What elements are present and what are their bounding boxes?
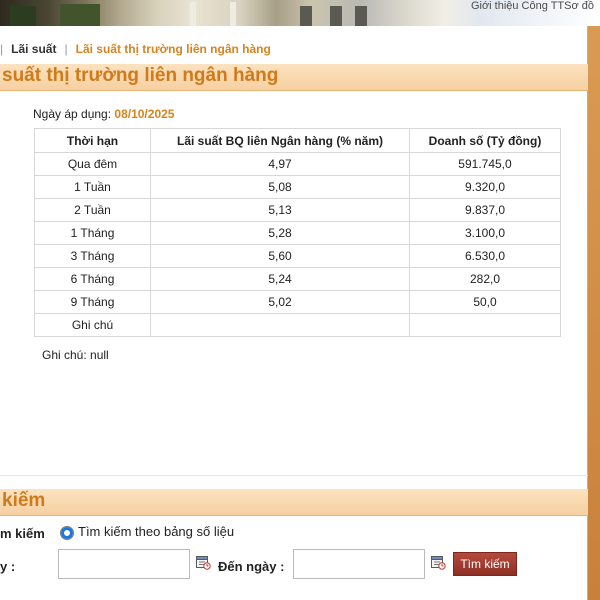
breadcrumb-separator: | [0, 42, 4, 56]
cell-term: Ghi chú [34, 313, 151, 337]
calendar-icon[interactable] [195, 554, 211, 570]
breadcrumb-item-current[interactable]: Lãi suất thị trường liên ngân hàng [76, 42, 271, 56]
cell-term: 3 Tháng [34, 244, 151, 268]
breadcrumb-separator: | [64, 42, 68, 56]
cell-rate: 5,24 [150, 267, 410, 291]
cell-rate: 5,28 [150, 221, 410, 245]
cell-term: Qua đêm [34, 152, 151, 176]
cell-term: 2 Tuần [34, 198, 151, 222]
cell-term: 1 Tháng [34, 221, 151, 245]
radio-table-search[interactable] [60, 526, 74, 540]
column-header-volume: Doanh số (Tỷ đồng) [409, 128, 561, 153]
cell-rate: 4,97 [150, 152, 410, 176]
cell-volume [409, 313, 561, 337]
interbank-rates-table: Thời hạn Lãi suất BQ liên Ngân hàng (% n… [34, 128, 561, 337]
cell-term: 6 Tháng [34, 267, 151, 291]
table-row: 1 Tháng 5,28 3.100,0 [34, 221, 561, 245]
from-date-label: y : [0, 559, 16, 574]
section-title-bar: suất thị trường liên ngân hàng [0, 64, 588, 91]
cell-rate [150, 313, 410, 337]
cell-rate: 5,08 [150, 175, 410, 199]
applied-date-label: Ngày áp dụng: [33, 107, 112, 121]
search-section-title: kiếm [2, 490, 46, 511]
banner-column [190, 2, 196, 26]
banner-window [330, 6, 342, 26]
note-text: Ghi chú: null [42, 348, 109, 362]
banner-tree [10, 6, 36, 26]
calendar-icon[interactable] [430, 554, 446, 570]
right-sidebar-strip [588, 26, 600, 600]
table-row-note: Ghi chú [34, 313, 561, 337]
from-date-input[interactable] [58, 549, 190, 579]
banner-window [355, 6, 367, 26]
applied-date-value: 08/10/2025 [114, 107, 175, 121]
cell-volume: 6.530,0 [409, 244, 561, 268]
header-banner: Giới thiệu Công TTSơ đồ [0, 0, 600, 26]
cell-rate: 5,02 [150, 290, 410, 314]
to-date-label: Đến ngày : [218, 559, 285, 574]
column-header-term: Thời hạn [34, 128, 151, 153]
cell-volume: 3.100,0 [409, 221, 561, 245]
applied-date-line: Ngày áp dụng: 08/10/2025 [33, 107, 174, 121]
table-row: 3 Tháng 5,60 6.530,0 [34, 244, 561, 268]
table-row: 6 Tháng 5,24 282,0 [34, 267, 561, 291]
section-title-bar-search: kiếm [0, 475, 588, 516]
page-title: suất thị trường liên ngân hàng [2, 65, 279, 86]
cell-volume: 9.320,0 [409, 175, 561, 199]
table-row: Qua đêm 4,97 591.745,0 [34, 152, 561, 176]
banner-column [230, 2, 236, 26]
cell-rate: 5,60 [150, 244, 410, 268]
radio-table-search-label[interactable]: Tìm kiếm theo bảng số liệu [78, 524, 234, 539]
table-row: 1 Tuần 5,08 9.320,0 [34, 175, 561, 199]
cell-volume: 50,0 [409, 290, 561, 314]
cell-rate: 5,13 [150, 198, 410, 222]
top-nav-links[interactable]: Giới thiệu Công TTSơ đồ [471, 0, 594, 12]
breadcrumb-item-lai-suat[interactable]: Lãi suất [11, 42, 56, 56]
table-row: 9 Tháng 5,02 50,0 [34, 290, 561, 314]
cell-volume: 282,0 [409, 267, 561, 291]
breadcrumb: | Lãi suất | Lãi suất thị trường liên ngân … [0, 42, 271, 56]
banner-window [300, 6, 312, 26]
cell-volume: 9.837,0 [409, 198, 561, 222]
banner-tree [60, 4, 100, 26]
table-row: 2 Tuần 5,13 9.837,0 [34, 198, 561, 222]
cell-term: 1 Tuần [34, 175, 151, 199]
table-header-row: Thời hạn Lãi suất BQ liên Ngân hàng (% n… [34, 128, 561, 153]
search-button[interactable]: Tìm kiếm [453, 552, 517, 576]
search-type-label: m kiếm [0, 526, 45, 541]
to-date-input[interactable] [293, 549, 425, 579]
cell-volume: 591.745,0 [409, 152, 561, 176]
column-header-rate: Lãi suất BQ liên Ngân hàng (% năm) [150, 128, 410, 153]
cell-term: 9 Tháng [34, 290, 151, 314]
